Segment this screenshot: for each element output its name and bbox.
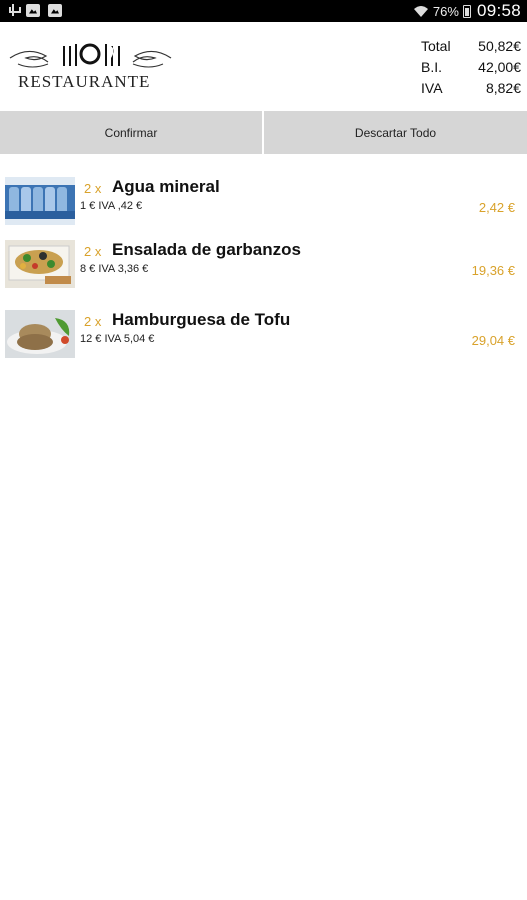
item-quantity: 2 x	[84, 244, 102, 259]
list-item[interactable]: 2 x Ensalada de garbanzos 8 € IVA 3,36 €…	[0, 240, 527, 302]
status-bar: 76% 09:58	[0, 0, 527, 22]
photo-notification-icon	[26, 3, 40, 17]
item-quantity: 2 x	[84, 181, 102, 196]
action-bar: Confirmar Descartar Todo	[0, 111, 527, 154]
total-row: Total 50,82€	[421, 36, 521, 57]
item-name: Agua mineral	[112, 177, 220, 196]
usb-icon	[8, 3, 21, 17]
total-label: Total	[421, 38, 451, 54]
item-name: Hamburguesa de Tofu	[112, 310, 291, 329]
list-item[interactable]: 2 x Agua mineral 1 € IVA ,42 € 2,42 €	[0, 177, 527, 239]
item-unit-price-vat: 12 € IVA 5,04 €	[80, 333, 155, 345]
item-total-price: 29,04 €	[471, 333, 515, 348]
water-bottles-image	[5, 177, 75, 225]
restaurant-logo: RESTAURANTE	[8, 40, 173, 110]
list-item[interactable]: 2 x Hamburguesa de Tofu 12 € IVA 5,04 € …	[0, 310, 527, 372]
battery-icon	[462, 4, 471, 18]
vat-label: IVA	[421, 80, 443, 96]
order-totals: Total 50,82€ B.I. 42,00€ IVA 8,82€	[421, 36, 521, 99]
battery-percentage: 76%	[432, 3, 459, 19]
tax-base-value: 42,00€	[478, 59, 521, 75]
item-quantity: 2 x	[84, 314, 102, 329]
confirm-button[interactable]: Confirmar	[0, 111, 262, 154]
item-total-price: 2,42 €	[478, 200, 515, 215]
clock: 09:58	[476, 1, 521, 20]
item-unit-price-vat: 8 € IVA 3,36 €	[80, 263, 149, 275]
tax-base-row: B.I. 42,00€	[421, 57, 521, 78]
item-unit-price-vat: 1 € IVA ,42 €	[80, 200, 143, 212]
total-value: 50,82€	[478, 38, 521, 54]
tax-base-label: B.I.	[421, 59, 443, 75]
logo-text: RESTAURANTE	[18, 72, 151, 91]
wifi-icon	[413, 6, 428, 17]
item-total-price: 19,36 €	[471, 263, 515, 278]
tofu-burger-image	[5, 310, 75, 358]
chickpea-salad-image	[5, 240, 75, 288]
header: RESTAURANTE Total 50,82€ B.I. 42,00€ IVA…	[0, 22, 527, 112]
item-name: Ensalada de garbanzos	[112, 240, 301, 259]
discard-all-button[interactable]: Descartar Todo	[264, 111, 527, 154]
photo-notification-icon	[48, 3, 62, 17]
vat-row: IVA 8,82€	[421, 78, 521, 99]
notification-icons	[8, 3, 62, 17]
vat-value: 8,82€	[485, 80, 521, 96]
